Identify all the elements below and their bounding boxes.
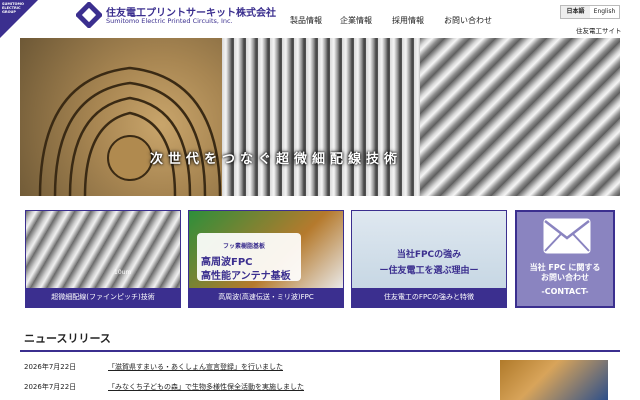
- contact-line-2: お問い合わせ: [541, 273, 589, 282]
- lang-japanese[interactable]: 日本語: [561, 6, 590, 18]
- hero-banner: 次世代をつなぐ超微細配線技術: [20, 38, 620, 196]
- mail-icon: [543, 218, 591, 254]
- hero-image-coil: [20, 38, 222, 196]
- company-name-en[interactable]: Sumitomo Electric Printed Circuits, Inc.: [106, 17, 233, 25]
- card-strengths-label[interactable]: 住友電工のFPCの強みと特徴: [352, 288, 506, 307]
- hero-caption: 次世代をつなぐ超微細配線技術: [150, 152, 403, 167]
- card-fine-pitch-image: [26, 211, 180, 288]
- news-date: 2026年7月22日: [24, 363, 77, 371]
- card-fine-pitch-label[interactable]: 超微細配線(ファインピッチ)技術: [26, 288, 180, 307]
- card-high-frequency-heading: 高周波FPC: [201, 257, 253, 268]
- news-section-title: ニュースリリース: [24, 332, 111, 345]
- nav-products[interactable]: 製品情報: [290, 15, 322, 26]
- news-link[interactable]: 「みなくち子どもの森」で生物多様性保全活動を実施しました: [108, 382, 304, 392]
- dimension-label: 10um: [114, 269, 132, 276]
- language-switcher: 日本語 English: [560, 5, 620, 19]
- card-fine-pitch[interactable]: 10um 超微細配線(ファインピッチ)技術: [25, 210, 181, 308]
- card-high-frequency-subheading: 高性能アンテナ基板: [201, 271, 291, 282]
- contact-line-3: -CONTACT-: [541, 287, 589, 296]
- hero-image-fine-lines: [222, 38, 420, 196]
- card-high-frequency-tag: フッ素樹脂基板: [223, 243, 266, 250]
- news-thumbnail-image[interactable]: [500, 360, 608, 400]
- card-strengths-subheading: ー住友電工を選ぶ理由ー: [379, 266, 479, 276]
- card-strengths-heading: 当社FPCの強み: [396, 250, 462, 260]
- hero-image-angled-lines: [420, 38, 620, 196]
- card-high-frequency[interactable]: フッ素樹脂基板 高周波FPC 高性能アンテナ基板 高周波(高速伝送・ミリ波)FP…: [188, 210, 344, 308]
- site-header: SUMITOMO ELECTRIC GROUP 住友電工プリントサーキット株式会…: [0, 0, 640, 38]
- news-date: 2026年7月22日: [24, 383, 77, 391]
- coil-pattern-icon: [38, 66, 222, 196]
- lang-english[interactable]: English: [590, 6, 619, 18]
- card-high-frequency-label[interactable]: 高周波(高速伝送・ミリ波)FPC: [189, 288, 343, 307]
- nav-recruit[interactable]: 採用情報: [392, 15, 424, 26]
- company-logo-icon[interactable]: [76, 2, 102, 28]
- nav-contact[interactable]: お問い合わせ: [444, 15, 492, 26]
- contact-card[interactable]: 当社 FPC に関する お問い合わせ -CONTACT-: [515, 210, 615, 308]
- card-strengths[interactable]: 当社FPCの強み ー住友電工を選ぶ理由ー 住友電工のFPCの強みと特徴: [351, 210, 507, 308]
- news-item: 2026年7月22日 「滋賀県すまいる・あくしょん宣言登録」を行いました: [24, 362, 484, 376]
- news-item: 2026年7月22日 「みなくち子どもの森」で生物多様性保全活動を実施しました: [24, 382, 484, 396]
- news-link[interactable]: 「滋賀県すまいる・あくしょん宣言登録」を行いました: [108, 362, 283, 372]
- group-badge-label: SUMITOMO ELECTRIC GROUP: [2, 2, 24, 14]
- news-divider: [20, 350, 620, 352]
- nav-company[interactable]: 企業情報: [340, 15, 372, 26]
- sei-site-link[interactable]: 住友電工サイト: [576, 25, 622, 35]
